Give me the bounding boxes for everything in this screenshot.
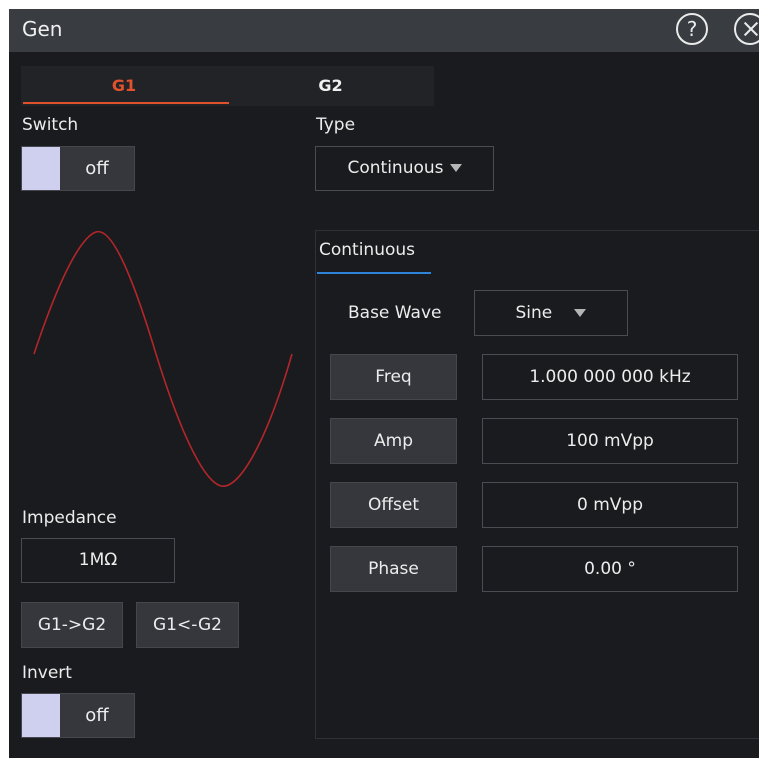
base-wave-value: Sine [515, 303, 553, 323]
offset-field[interactable]: 0 mVpp [482, 482, 738, 528]
copy-g2-to-g1-button[interactable]: G1<-G2 [136, 602, 239, 648]
close-icon[interactable] [734, 13, 759, 45]
amp-button[interactable]: Amp [330, 418, 457, 464]
continuous-tab-underline [317, 272, 431, 274]
channel-tabs: G1 G2 [21, 66, 434, 106]
impedance-label: Impedance [22, 508, 117, 528]
type-value: Continuous [347, 158, 444, 178]
switch-knob [22, 147, 60, 190]
invert-knob [22, 694, 60, 737]
type-dropdown[interactable]: Continuous [315, 146, 494, 191]
switch-toggle[interactable]: off [21, 146, 135, 191]
sine-wave-preview [33, 230, 293, 487]
caret-down-icon [574, 309, 587, 317]
invert-label: Invert [22, 663, 72, 683]
switch-state: off [85, 158, 109, 179]
help-icon[interactable]: ? [676, 13, 708, 45]
generator-panel: Gen ? G1 G2 Switch off Type Continuous I… [9, 9, 759, 758]
tab-continuous[interactable]: Continuous [319, 240, 415, 260]
offset-button[interactable]: Offset [330, 482, 457, 528]
base-wave-label: Base Wave [348, 303, 442, 323]
caret-down-icon [449, 164, 462, 172]
freq-button[interactable]: Freq [330, 354, 457, 400]
impedance-selector[interactable]: 1MΩ [21, 538, 175, 583]
sine-wave-path [33, 230, 293, 487]
switch-label: Switch [22, 115, 79, 135]
title-bar: Gen ? [9, 9, 759, 52]
invert-state: off [85, 705, 109, 726]
window-title: Gen [22, 17, 63, 41]
tab-g1[interactable]: G1 [21, 66, 227, 106]
freq-field[interactable]: 1.000 000 000 kHz [482, 354, 738, 400]
tab-g2[interactable]: G2 [227, 66, 434, 106]
active-tab-underline [23, 102, 229, 104]
type-label: Type [316, 115, 356, 135]
copy-g1-to-g2-button[interactable]: G1->G2 [21, 602, 123, 648]
phase-button[interactable]: Phase [330, 546, 457, 592]
base-wave-dropdown[interactable]: Sine [474, 290, 628, 336]
amp-field[interactable]: 100 mVpp [482, 418, 738, 464]
phase-field[interactable]: 0.00 ° [482, 546, 738, 592]
invert-toggle[interactable]: off [21, 693, 135, 738]
